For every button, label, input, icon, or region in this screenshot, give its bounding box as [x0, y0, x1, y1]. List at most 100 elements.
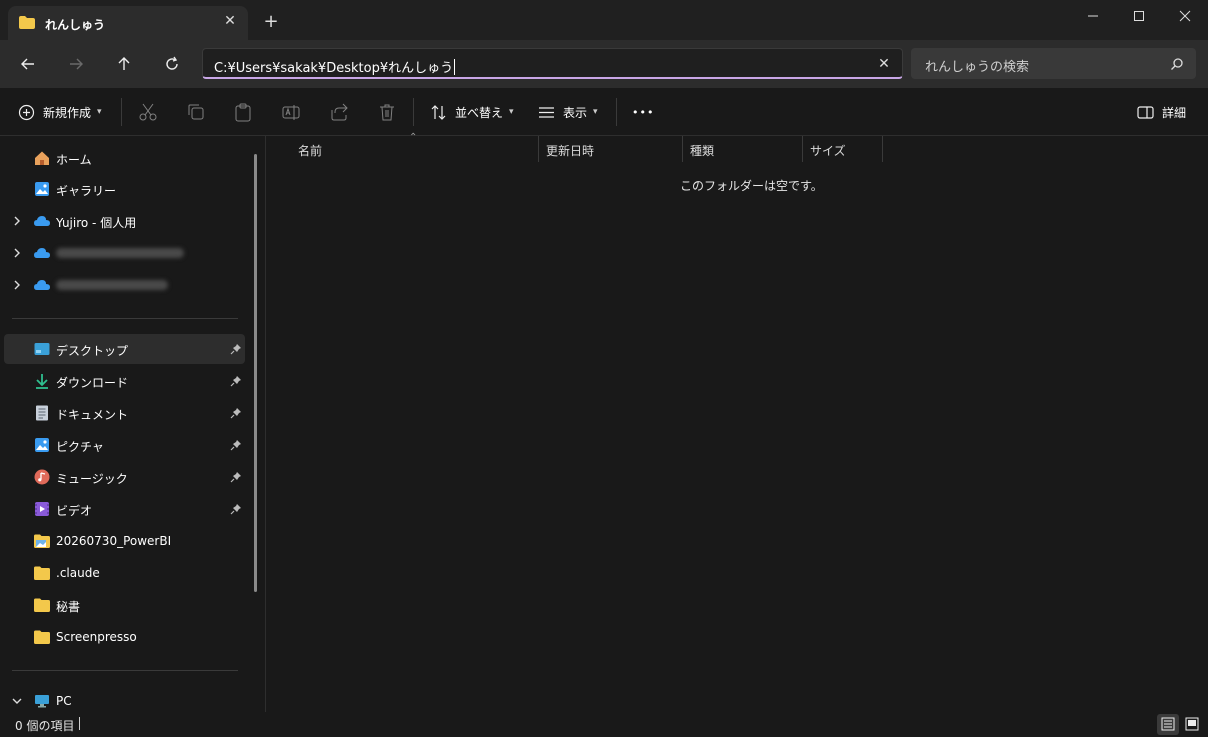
sidebar-scrollbar[interactable] [254, 154, 257, 592]
text-caret [454, 59, 456, 75]
redacted-label [56, 248, 184, 258]
address-clear-button[interactable]: ✕ [875, 55, 893, 73]
redacted-label [56, 280, 168, 290]
arrow-left-icon [21, 58, 34, 70]
column-header-size[interactable]: サイズ [803, 136, 883, 162]
sidebar-item-label: ダウンロード [56, 376, 129, 390]
onedrive-icon [34, 280, 50, 290]
sidebar-item-label: Yujiro - 個人用 [56, 216, 137, 230]
sidebar-item-pc[interactable]: PC [4, 686, 245, 712]
file-list: ⌃ 名前 更新日時 種類 サイズ このフォルダーは空です。 [267, 132, 1208, 712]
arrow-right-icon [70, 58, 83, 70]
new-tab-button[interactable]: + [262, 13, 280, 31]
chevron-down-icon: ▾ [593, 107, 598, 117]
column-header-modified[interactable]: 更新日時 [539, 136, 683, 162]
home-icon [35, 151, 49, 165]
tab-title: れんしゅう [45, 18, 106, 32]
close-window-button[interactable] [1162, 0, 1208, 32]
details-view-button[interactable] [1157, 714, 1179, 735]
pin-icon[interactable] [230, 407, 242, 419]
more-options-button[interactable]: ••• [632, 100, 654, 124]
empty-folder-message: このフォルダーは空です。 [680, 179, 823, 193]
sidebar-item-label: ドキュメント [56, 408, 129, 422]
back-button[interactable] [16, 52, 40, 76]
folder-icon [34, 566, 50, 580]
sidebar-item-label: ギャラリー [56, 184, 117, 198]
chevron-right-icon[interactable] [10, 214, 24, 228]
minimize-button[interactable] [1070, 0, 1116, 32]
tab-renshuu[interactable]: れんしゅう ✕ [8, 6, 248, 40]
address-field[interactable]: C:¥Users¥sakak¥Desktop¥れんしゅう ✕ [202, 48, 903, 79]
gallery-icon [35, 182, 49, 196]
sidebar-item-pictures[interactable]: ピクチャ [4, 430, 245, 460]
details-pane-button[interactable]: 詳細 [1137, 100, 1186, 124]
new-label: 新規作成 [43, 105, 92, 120]
pin-icon[interactable] [230, 439, 242, 451]
details-label: 詳細 [1162, 105, 1187, 120]
view-lines-icon [539, 106, 554, 118]
arrow-up-icon [118, 57, 130, 70]
sidebar-item-label: PC [56, 694, 72, 708]
chevron-down-icon[interactable] [10, 694, 24, 708]
rename-icon[interactable] [281, 102, 301, 122]
maximize-icon [1134, 11, 1144, 21]
share-icon[interactable] [329, 102, 349, 122]
sidebar-item-onedrive-business[interactable] [4, 238, 245, 268]
sidebar-item-onedrive-personal[interactable]: Yujiro - 個人用 [4, 206, 245, 236]
minimize-icon [1088, 15, 1098, 17]
sidebar-item-folder-screenpresso[interactable]: Screenpresso [4, 622, 245, 652]
sidebar-item-label: .claude [56, 566, 100, 580]
address-path: C:¥Users¥sakak¥Desktop¥れんしゅう [214, 61, 454, 76]
pin-icon[interactable] [230, 503, 242, 515]
status-divider [79, 717, 80, 730]
search-input[interactable]: れんしゅうの検索 [911, 48, 1196, 79]
pin-icon[interactable] [230, 375, 242, 387]
sidebar-item-gallery[interactable]: ギャラリー [4, 174, 245, 204]
sidebar-item-onedrive-business-2[interactable] [4, 270, 245, 300]
large-icons-view-button[interactable] [1181, 714, 1203, 735]
details-view-icon [1161, 717, 1175, 731]
column-label: 名前 [298, 144, 323, 158]
refresh-icon [166, 56, 178, 70]
navigation-pane: ホーム ギャラリー Yujiro - 個人用 デスクトップ ダウンロード ドキュ… [0, 136, 266, 712]
large-icons-view-icon [1185, 717, 1199, 731]
delete-icon[interactable] [377, 102, 397, 122]
forward-button[interactable] [64, 52, 88, 76]
sidebar-item-label: Screenpresso [56, 630, 137, 644]
maximize-button[interactable] [1116, 0, 1162, 32]
music-icon [34, 469, 50, 485]
document-icon [36, 405, 48, 421]
tab-close-button[interactable]: ✕ [220, 11, 240, 31]
cut-icon[interactable] [138, 102, 158, 122]
sidebar-item-label: 秘書 [56, 600, 81, 614]
chevron-right-icon[interactable] [10, 246, 24, 260]
copy-icon[interactable] [186, 102, 206, 122]
paste-icon[interactable] [233, 102, 253, 122]
sidebar-item-music[interactable]: ミュージック [4, 462, 245, 492]
sidebar-item-folder-powerbi[interactable]: 20260730_PowerBI [4, 526, 245, 556]
pin-icon[interactable] [230, 343, 242, 355]
folder-icon [19, 16, 35, 29]
sidebar-item-downloads[interactable]: ダウンロード [4, 366, 245, 396]
sidebar-item-home[interactable]: ホーム [4, 143, 245, 173]
column-label: サイズ [810, 144, 846, 158]
chevron-right-icon[interactable] [10, 278, 24, 292]
sidebar-item-label: ピクチャ [56, 440, 104, 454]
sidebar-item-label: デスクトップ [56, 344, 129, 358]
sidebar-item-desktop[interactable]: デスクトップ [4, 334, 245, 364]
item-count: 0 個の項目 [15, 719, 75, 733]
view-button[interactable]: 表示 ▾ [538, 100, 598, 124]
sort-button[interactable]: 並べ替え ▾ [430, 100, 514, 124]
new-button[interactable]: 新規作成 ▾ [18, 100, 102, 124]
sidebar-item-documents[interactable]: ドキュメント [4, 398, 245, 428]
sidebar-item-label: ホーム [56, 153, 92, 167]
refresh-button[interactable] [160, 52, 184, 76]
up-button[interactable] [112, 52, 136, 76]
pin-icon[interactable] [230, 471, 242, 483]
column-header-name[interactable]: 名前 [291, 136, 539, 162]
command-bar: 新規作成 ▾ 並べ替え ▾ 表示 ▾ ••• 詳細 [0, 88, 1208, 136]
column-header-type[interactable]: 種類 [683, 136, 803, 162]
sidebar-item-folder-claude[interactable]: .claude [4, 558, 245, 588]
sidebar-item-folder-hisho[interactable]: 秘書 [4, 590, 245, 620]
sidebar-item-videos[interactable]: ビデオ [4, 494, 245, 524]
